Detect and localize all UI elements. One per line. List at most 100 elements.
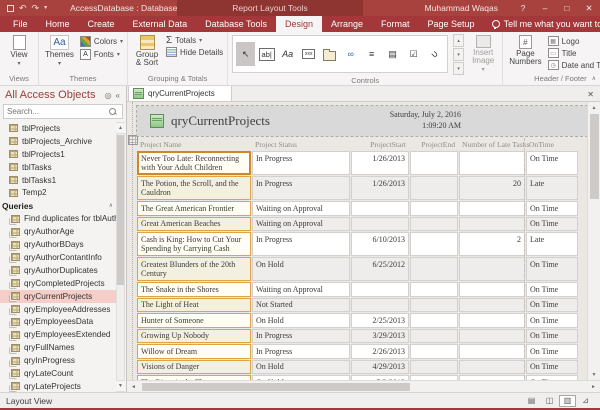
cell-r2-c2[interactable] (351, 201, 409, 216)
cell-r2-c1[interactable]: Waiting on Approval (252, 201, 350, 216)
cell-r1-c2[interactable]: 1/26/2013 (351, 176, 409, 200)
cell-r5-c0[interactable]: Greatest Blunders of the 20th Century (137, 257, 251, 281)
cell-r6-c0[interactable]: The Snake in the Shores (137, 282, 251, 297)
cell-r8-c3[interactable] (410, 313, 458, 328)
cell-r11-c4[interactable] (459, 360, 525, 375)
nav-item-qryemployeeaddresses[interactable]: qryEmployeeAddresses (0, 303, 116, 316)
help-button[interactable]: ? (512, 3, 534, 13)
cell-r12-c1[interactable]: On Hold (252, 375, 350, 380)
nav-item-tbltasks1[interactable]: tblTasks1 (0, 174, 116, 187)
save-icon[interactable] (7, 5, 14, 12)
nav-item-qryauthorage[interactable]: qryAuthorAge (0, 225, 116, 238)
nav-item-qryemployeesextended[interactable]: qryEmployeesExtended (0, 328, 116, 341)
cell-r12-c2[interactable]: 5/2/2013 (351, 375, 409, 380)
search-input[interactable] (4, 107, 109, 116)
cell-r5-c3[interactable] (410, 257, 458, 281)
report-view-icon[interactable]: ▤ (523, 395, 540, 407)
design-view-icon[interactable]: ⊿ (577, 395, 594, 407)
close-document-icon[interactable]: ✕ (581, 90, 600, 101)
text-box-control-icon[interactable]: ab| (257, 42, 276, 66)
cell-r0-c3[interactable] (410, 151, 458, 175)
cell-r8-c5[interactable]: On Time (526, 313, 578, 328)
nav-item-find duplicates for tblauthors[interactable]: Find duplicates for tblAuthors (0, 212, 116, 225)
group-sort-button[interactable]: Group & Sort (132, 34, 162, 68)
shutter-close-icon[interactable]: « (114, 91, 122, 100)
cell-r8-c2[interactable]: 2/25/2013 (351, 313, 409, 328)
cell-r3-c2[interactable] (351, 217, 409, 232)
cell-r2-c4[interactable] (459, 201, 525, 216)
cell-r6-c5[interactable]: On Time (526, 282, 578, 297)
cell-r1-c1[interactable]: In Progress (252, 176, 350, 200)
themes-button[interactable]: Aa Themes ▾ (43, 34, 76, 68)
logo-button[interactable]: ▦ Logo (548, 36, 600, 46)
combo-box-control-icon[interactable]: ▤ (383, 42, 402, 66)
page-numbers-button[interactable]: # Page Numbers (507, 34, 543, 67)
column-header-0[interactable]: Project Name (137, 139, 251, 150)
cell-r2-c3[interactable] (410, 201, 458, 216)
cell-r3-c3[interactable] (410, 217, 458, 232)
cell-r4-c2[interactable]: 6/10/2013 (351, 232, 409, 256)
minimize-button[interactable]: – (534, 3, 556, 13)
view-button[interactable]: View ▾ (4, 34, 34, 68)
cell-r4-c4[interactable]: 2 (459, 232, 525, 256)
cell-r1-c0[interactable]: The Potion, the Scroll, and the Cauldron (137, 176, 251, 200)
cell-r3-c4[interactable] (459, 217, 525, 232)
section-collapse-icon[interactable]: ∧ (109, 202, 113, 209)
cell-r1-c5[interactable]: Late (526, 176, 578, 200)
cell-r4-c0[interactable]: Cash is King: How to Cut Your Spending b… (137, 232, 251, 256)
gallery-more-icon[interactable]: ▾ (453, 62, 464, 75)
cell-r8-c1[interactable]: On Hold (252, 313, 350, 328)
hyperlink-control-icon[interactable]: ∞ (341, 42, 360, 66)
nav-menu-icon[interactable]: ◎ (103, 91, 114, 100)
tab-arrange[interactable]: Arrange (322, 16, 372, 32)
cell-r10-c3[interactable] (410, 344, 458, 359)
cell-r7-c3[interactable] (410, 298, 458, 313)
document-tab[interactable]: qryCurrentProjects (128, 85, 232, 101)
tab-file[interactable]: File (4, 16, 37, 32)
nav-item-qryinprogress[interactable]: qryInProgress (0, 354, 116, 367)
column-header-1[interactable]: Project Status (252, 139, 350, 150)
scroll-left-icon[interactable]: ◄ (127, 382, 140, 392)
scroll-down-icon[interactable]: ▼ (588, 369, 600, 380)
cell-r3-c5[interactable]: On Time (526, 217, 578, 232)
cell-r12-c0[interactable]: The River in the Thorns (137, 375, 251, 380)
nav-section-queries[interactable]: Queries∧ (0, 199, 116, 212)
cell-r0-c1[interactable]: In Progress (252, 151, 350, 175)
button-control-icon[interactable]: xxx (299, 42, 318, 66)
cell-r8-c0[interactable]: Hunter of Someone (137, 313, 251, 328)
nav-pane-title[interactable]: All Access Objects (5, 89, 103, 101)
gallery-down-icon[interactable]: ▾ (453, 48, 464, 61)
hide-details-button[interactable]: Hide Details (166, 47, 223, 57)
cell-r11-c3[interactable] (410, 360, 458, 375)
column-header-2[interactable]: ProjectStart (351, 139, 409, 150)
nav-item-qryauthorbdays[interactable]: qryAuthorBDays (0, 238, 116, 251)
nav-item-tbltasks[interactable]: tblTasks (0, 161, 116, 174)
cell-r7-c0[interactable]: The Light of Heat (137, 298, 251, 313)
cell-r9-c0[interactable]: Growing Up Nobody (137, 329, 251, 344)
totals-button[interactable]: Σ Totals ▾ (166, 36, 223, 45)
date-time-button[interactable]: ◷ Date and Time (548, 60, 600, 70)
layout-view-icon[interactable]: ▥ (559, 395, 576, 407)
nav-scrollbar[interactable]: ▲▼ (116, 122, 125, 392)
nav-item-qrycompletedprojects[interactable]: qryCompletedProjects (0, 277, 116, 290)
label-control-icon[interactable]: Aa (278, 42, 297, 66)
undo-icon[interactable]: ↶ (19, 4, 27, 12)
cell-r4-c5[interactable]: Late (526, 232, 578, 256)
cell-r10-c1[interactable]: In Progress (252, 344, 350, 359)
nav-item-temp2[interactable]: Temp2 (0, 186, 116, 199)
cell-r9-c5[interactable]: On Time (526, 329, 578, 344)
scroll-right-icon[interactable]: ► (587, 382, 600, 392)
cell-r5-c2[interactable]: 6/25/2012 (351, 257, 409, 281)
cell-r10-c5[interactable]: On Time (526, 344, 578, 359)
tell-me-box[interactable]: Tell me what you want to do (484, 16, 600, 32)
cell-r4-c1[interactable]: In Progress (252, 232, 350, 256)
nav-item-qryemployeesdata[interactable]: qryEmployeesData (0, 315, 116, 328)
tab-format[interactable]: Format (372, 16, 419, 32)
cell-r9-c2[interactable]: 3/29/2013 (351, 329, 409, 344)
tab-design[interactable]: Design (276, 16, 322, 32)
nav-item-tblprojects[interactable]: tblProjects (0, 122, 116, 135)
scroll-down-icon[interactable]: ▼ (116, 380, 125, 391)
report-date-block[interactable]: Saturday, July 2, 2016 1:09:20 AM (137, 109, 587, 131)
column-header-4[interactable]: Number of Late Tasks (459, 139, 525, 150)
nav-item-tblprojects1[interactable]: tblProjects1 (0, 148, 116, 161)
